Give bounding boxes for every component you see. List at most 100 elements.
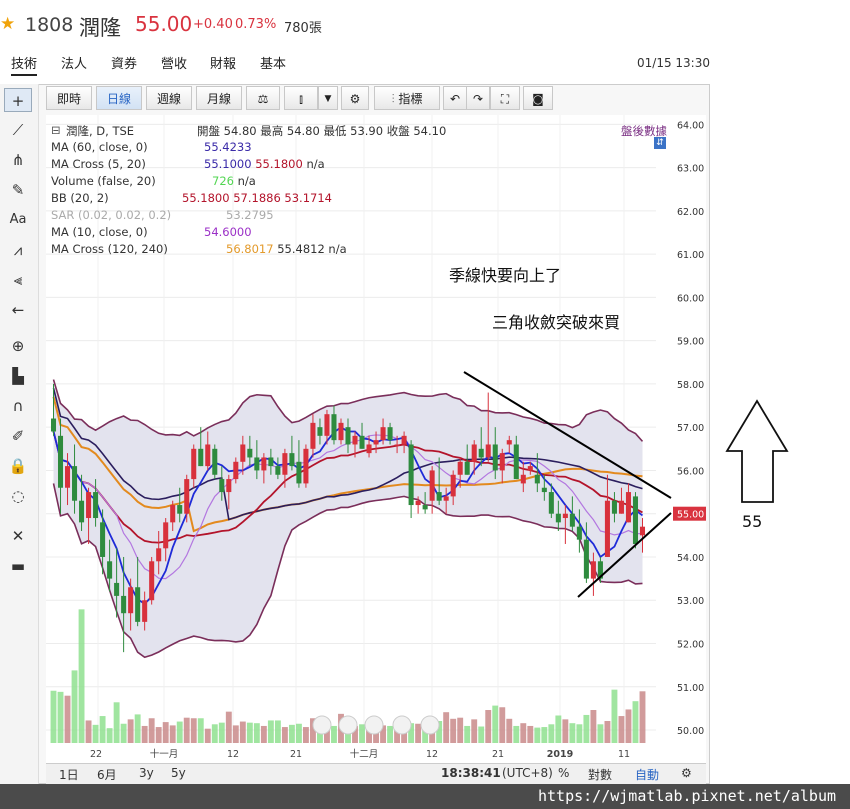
collapse-icon[interactable]: ⊟ (51, 123, 61, 137)
indicator-values: 55.1800 57.1886 53.1714 (182, 191, 332, 205)
candle-body (163, 522, 169, 549)
indicator-label[interactable]: Volume (false, 20) (51, 174, 156, 188)
indicator-label[interactable]: 潤隆, D, TSE (66, 123, 134, 139)
fork-icon[interactable]: ⋔ (4, 148, 32, 172)
pattern-icon[interactable]: ⩘ (4, 238, 32, 262)
candle-body (555, 513, 561, 523)
stock-price: 55.00 (135, 12, 193, 36)
timezone[interactable]: (UTC+8) (502, 766, 553, 780)
annotation-quarterly-line: 季線快要向上了 (449, 266, 562, 285)
volume-bar (204, 728, 211, 743)
candle-body (429, 470, 435, 501)
text-tool-icon[interactable]: Aa (4, 208, 32, 232)
indicator-label[interactable]: BB (20, 2) (51, 191, 109, 205)
arrow-left-icon[interactable]: ← (4, 298, 32, 322)
lock-icon[interactable]: 🔒 (4, 454, 32, 478)
magnet-icon[interactable]: ∩ (4, 394, 32, 418)
undo-icon[interactable]: ↶ (443, 86, 467, 110)
indicator-values: 726 n/a (212, 174, 256, 188)
compare-scale-icon[interactable]: ⚖ (246, 86, 280, 110)
tab-basic[interactable]: 基本 (260, 53, 286, 72)
tab-revenue[interactable]: 營收 (161, 53, 187, 72)
volume-bar (64, 695, 71, 743)
candle-type-icon[interactable]: ⫾ (284, 86, 318, 110)
candle-body (632, 496, 639, 544)
candle-body (338, 422, 344, 441)
range-1d[interactable]: 1日 (59, 766, 79, 783)
price-change: +0.40 (193, 17, 233, 32)
indicator-label[interactable]: MA (10, close, 0) (51, 225, 148, 239)
fullscreen-icon[interactable]: ⛶ (490, 86, 520, 110)
candle-body (282, 453, 288, 475)
intraday-button[interactable]: 即時 (46, 86, 92, 110)
quote-datetime: 01/15 13:30 (637, 56, 710, 70)
brush-icon[interactable]: ✎ (4, 178, 32, 202)
volume-bar (302, 727, 309, 743)
volume-bar (239, 721, 246, 743)
price-tick-label: 53.00 (677, 596, 704, 607)
volume-bar (92, 724, 99, 743)
range-3y[interactable]: 3y (139, 766, 154, 780)
volume-bar (527, 725, 534, 743)
indicator-label[interactable]: SAR (0.02, 0.02, 0.2) (51, 208, 171, 222)
volume-bar (604, 721, 611, 743)
auto-toggle[interactable]: 自動 (635, 766, 659, 783)
measure-icon[interactable]: ⫷ (4, 268, 32, 292)
volume-bar (288, 724, 295, 743)
percent-toggle[interactable]: % (558, 766, 569, 780)
zoom-in-icon[interactable]: ⊕ (4, 334, 32, 358)
indicator-label[interactable]: MA Cross (120, 240) (51, 242, 168, 256)
crosshair-icon[interactable]: + (4, 88, 32, 112)
redo-icon[interactable]: ↷ (466, 86, 490, 110)
candle-body (303, 448, 309, 484)
volume-bar (520, 723, 527, 743)
watermark-url: https://wjmatlab.pixnet.net/album (0, 784, 850, 809)
ruler-icon[interactable]: ▙ (4, 364, 32, 388)
chevron-down-icon[interactable]: ▼ (318, 86, 338, 110)
candle-body (79, 500, 85, 523)
range-6m[interactable]: 6月 (97, 766, 117, 783)
tools-icon[interactable]: ✕ (4, 524, 32, 548)
eye-hide-icon[interactable]: ◌ (4, 484, 32, 508)
trash-icon[interactable]: ▬ (4, 554, 32, 578)
target-price-label: 55 (742, 512, 763, 531)
volume-bar (513, 725, 520, 743)
volume-bar (450, 718, 457, 743)
volume-bar (225, 711, 232, 743)
camera-icon[interactable]: ◙ (523, 86, 553, 110)
gear-icon[interactable]: ⚙ (341, 86, 369, 110)
weekly-button[interactable]: 週線 (146, 86, 192, 110)
log-toggle[interactable]: 對數 (588, 766, 612, 783)
tab-technical[interactable]: 技術 (11, 53, 38, 76)
time-tick-label: 十二月 (350, 748, 379, 760)
indicators-button[interactable]: ⫶ 指標 (374, 86, 440, 110)
candle-body (233, 461, 239, 480)
indicator-label[interactable]: MA Cross (5, 20) (51, 157, 146, 171)
gear-icon[interactable]: ⚙ (681, 766, 692, 780)
favorite-star-icon[interactable]: ★ (0, 14, 15, 34)
tab-margin[interactable]: 資券 (111, 53, 137, 72)
price-tick-label: 54.00 (677, 553, 704, 564)
volume-bar (541, 727, 548, 743)
candle-body (324, 414, 330, 436)
indicator-values: 55.1000 55.1800 n/a (204, 157, 325, 171)
trendline-icon[interactable]: ⟋ (4, 118, 32, 142)
candle-body (562, 513, 568, 519)
volume-bar (71, 670, 78, 743)
candle-body (394, 444, 400, 446)
section-tabs: 技術 法人 資券 營收 財報 基本 (0, 50, 850, 76)
pencil-lock-icon[interactable]: ✐ (4, 424, 32, 448)
indicator-label[interactable]: MA (60, close, 0) (51, 140, 148, 154)
candle-body (289, 453, 295, 467)
candle-body (387, 427, 393, 441)
indicator-values: 開盤 54.80 最高 54.80 最低 53.90 收盤 54.10 (197, 124, 447, 138)
tab-financials[interactable]: 財報 (210, 53, 236, 72)
volume-bar (106, 728, 113, 743)
monthly-button[interactable]: 月線 (196, 86, 242, 110)
sort-icon[interactable]: ⇵ (654, 137, 666, 149)
range-5y[interactable]: 5y (171, 766, 186, 780)
daily-button[interactable]: 日線 (96, 86, 142, 110)
volume-bar (576, 724, 583, 743)
time-tick-label: 12 (227, 749, 239, 760)
tab-institutional[interactable]: 法人 (61, 53, 87, 72)
